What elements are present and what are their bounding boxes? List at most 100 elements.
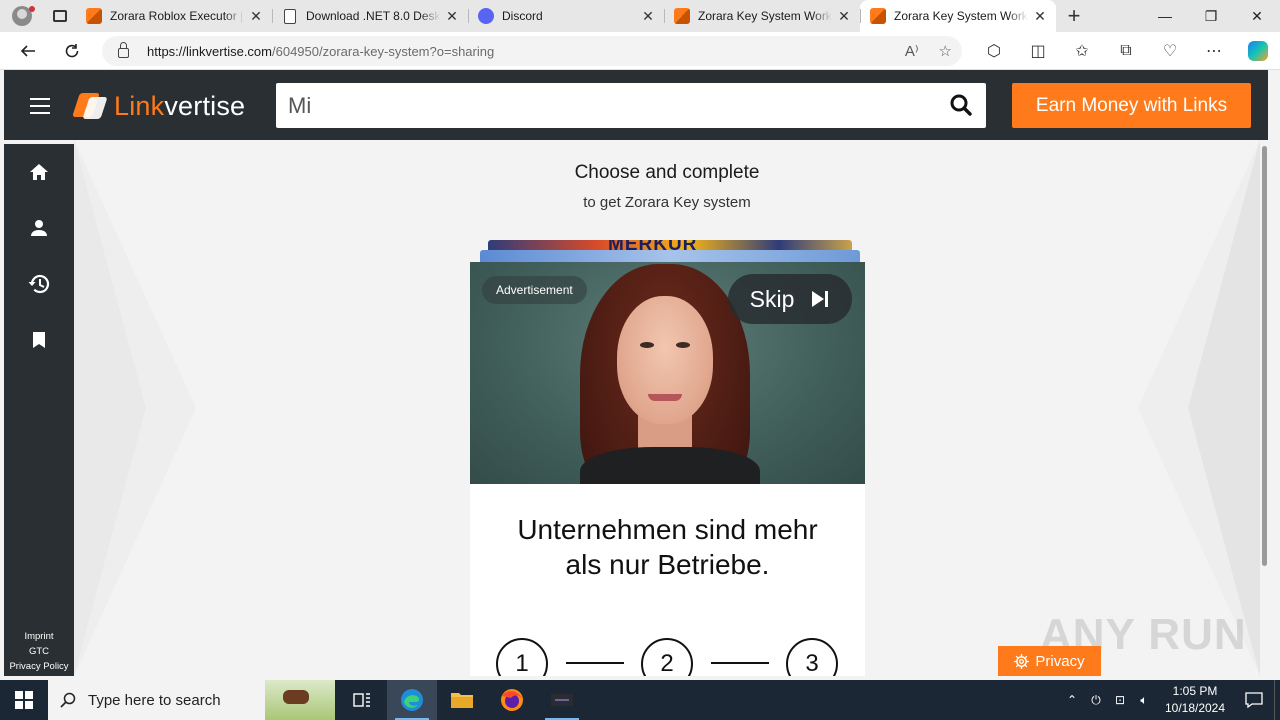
privacy-settings-button[interactable]: Privacy bbox=[998, 646, 1101, 676]
page-title: Choose and complete bbox=[574, 162, 760, 183]
extensions-icon[interactable]: ⬡ bbox=[972, 32, 1016, 70]
taskbar-file-explorer[interactable] bbox=[437, 680, 487, 720]
taskbar-edge[interactable] bbox=[387, 680, 437, 720]
site-search bbox=[276, 83, 986, 128]
firefox-icon bbox=[501, 689, 523, 711]
tab-actions-icon bbox=[53, 10, 67, 22]
refresh-button[interactable] bbox=[50, 32, 94, 70]
close-tab-icon[interactable]: ✕ bbox=[640, 8, 656, 24]
back-button[interactable] bbox=[6, 32, 50, 70]
address-bar[interactable]: https://linkvertise.com/604950/zorara-ke… bbox=[102, 36, 962, 66]
browser-toolbar: https://linkvertise.com/604950/zorara-ke… bbox=[0, 32, 1280, 70]
volume-icon[interactable]: 🔈︎ bbox=[1132, 693, 1156, 708]
main-content: Choose and complete to get Zorara Key sy… bbox=[74, 140, 1260, 676]
windows-taskbar: Type here to search ⌃ ⏻ ⊡ 🔈︎ 1:05 PM 10/… bbox=[0, 680, 1280, 720]
url-text: https://linkvertise.com/604950/zorara-ke… bbox=[147, 43, 495, 59]
linkvertise-icon bbox=[674, 8, 690, 24]
step-indicator: 1 bbox=[496, 638, 548, 676]
tab-title: Zorara Roblox Executor | bbox=[110, 9, 244, 23]
browser-tab-active[interactable]: Zorara Key System Worki ✕ bbox=[860, 0, 1056, 32]
sidebar-item-profile[interactable] bbox=[4, 208, 74, 248]
browser-tab-strip: Zorara Roblox Executor | ✕ Download .NET… bbox=[0, 0, 1280, 32]
sidebar-item-history[interactable] bbox=[4, 264, 74, 304]
windows-logo-icon bbox=[15, 691, 33, 709]
search-input[interactable] bbox=[288, 92, 928, 119]
minimize-button[interactable]: — bbox=[1142, 0, 1188, 32]
zorara-app-icon bbox=[551, 694, 573, 706]
privacy-policy-link[interactable]: Privacy Policy bbox=[4, 659, 74, 674]
user-icon bbox=[31, 220, 47, 236]
discord-icon bbox=[478, 8, 494, 24]
browser-tab[interactable]: Discord ✕ bbox=[468, 0, 664, 32]
home-icon bbox=[30, 164, 48, 180]
advertisement-badge: Advertisement bbox=[482, 276, 587, 304]
taskbar-firefox[interactable] bbox=[487, 680, 537, 720]
network-icon[interactable]: ⊡ bbox=[1108, 693, 1132, 707]
advertisement-card[interactable]: Advertisement Skip Unternehmen sind mehr… bbox=[470, 262, 865, 676]
ad-image[interactable]: Advertisement Skip bbox=[470, 262, 865, 484]
document-icon bbox=[284, 8, 296, 24]
settings-more-icon[interactable]: ⋯ bbox=[1192, 32, 1236, 70]
show-hidden-icons-chevron-icon[interactable]: ⌃ bbox=[1060, 693, 1084, 707]
sidebar-item-bookmarks[interactable] bbox=[4, 320, 74, 360]
lock-icon[interactable] bbox=[118, 42, 129, 58]
close-tab-icon[interactable]: ✕ bbox=[1032, 8, 1048, 24]
progress-steps: 1 2 3 bbox=[496, 638, 838, 676]
close-window-button[interactable]: ✕ bbox=[1234, 0, 1280, 32]
taskbar-zorara-app[interactable] bbox=[537, 680, 587, 720]
skip-ad-button[interactable]: Skip bbox=[728, 274, 852, 324]
sidebar: Imprint GTC Privacy Policy bbox=[4, 144, 74, 676]
close-tab-icon[interactable]: ✕ bbox=[248, 8, 264, 24]
new-tab-button[interactable]: + bbox=[1056, 0, 1092, 32]
read-aloud-icon[interactable]: A⁾ bbox=[905, 42, 919, 60]
restore-button[interactable]: ❐ bbox=[1188, 0, 1234, 32]
folder-icon bbox=[451, 693, 473, 708]
menu-hamburger-icon[interactable] bbox=[30, 98, 50, 114]
gear-icon bbox=[1014, 653, 1030, 669]
earn-money-button[interactable]: Earn Money with Links bbox=[1012, 83, 1251, 128]
tab-title: Zorara Key System Worki bbox=[894, 9, 1028, 23]
privacy-button-label: Privacy bbox=[1035, 652, 1085, 670]
notifications-button[interactable] bbox=[1234, 680, 1274, 720]
history-icon bbox=[28, 274, 50, 294]
tab-actions-button[interactable] bbox=[44, 0, 76, 32]
split-screen-icon[interactable]: ◫ bbox=[1016, 32, 1060, 70]
browser-tab[interactable]: Zorara Roblox Executor | ✕ bbox=[76, 0, 272, 32]
step-connector bbox=[566, 662, 624, 664]
logo-text-link: Link bbox=[114, 90, 165, 121]
show-desktop-button[interactable] bbox=[1274, 680, 1280, 720]
page-subtitle: to get Zorara Key system bbox=[583, 194, 751, 211]
search-icon[interactable] bbox=[950, 94, 972, 116]
scrollbar-thumb[interactable] bbox=[1262, 146, 1267, 566]
taskbar-clock[interactable]: 1:05 PM 10/18/2024 bbox=[1156, 683, 1234, 717]
step-connector bbox=[711, 662, 769, 664]
back-arrow-icon bbox=[20, 44, 35, 57]
page-scrollbar[interactable] bbox=[1260, 140, 1268, 676]
profile-button[interactable] bbox=[0, 0, 44, 32]
copilot-icon[interactable] bbox=[1248, 41, 1268, 61]
close-tab-icon[interactable]: ✕ bbox=[836, 8, 852, 24]
usb-device-icon[interactable]: ⏻ bbox=[1084, 693, 1108, 708]
close-tab-icon[interactable]: ✕ bbox=[444, 8, 460, 24]
task-view-button[interactable] bbox=[337, 680, 387, 720]
sidebar-item-home[interactable] bbox=[4, 152, 74, 192]
favorites-icon[interactable]: ✩ bbox=[1060, 32, 1104, 70]
ad-headline: Unternehmen sind mehr als nur Betriebe. bbox=[517, 514, 818, 580]
browser-tab[interactable]: Download .NET 8.0 Deskt ✕ bbox=[272, 0, 468, 32]
skip-next-icon bbox=[812, 291, 829, 307]
gtc-link[interactable]: GTC bbox=[4, 644, 74, 659]
favorite-star-icon[interactable]: ☆ bbox=[939, 42, 952, 60]
browser-tab[interactable]: Zorara Key System Worki ✕ bbox=[664, 0, 860, 32]
edge-browser-icon bbox=[401, 689, 423, 711]
collections-icon[interactable]: ⧉ bbox=[1104, 32, 1148, 70]
skip-label: Skip bbox=[749, 285, 795, 312]
task-view-icon bbox=[353, 693, 370, 707]
taskbar-search[interactable]: Type here to search bbox=[48, 680, 335, 720]
search-highlight-image bbox=[265, 680, 335, 720]
browser-essentials-icon[interactable]: ♡ bbox=[1148, 32, 1192, 70]
imprint-link[interactable]: Imprint bbox=[4, 629, 74, 644]
start-button[interactable] bbox=[0, 680, 48, 720]
taskbar-search-placeholder: Type here to search bbox=[88, 691, 221, 709]
clock-time: 1:05 PM bbox=[1172, 684, 1218, 698]
linkvertise-logo[interactable]: Linkvertise bbox=[74, 88, 245, 124]
